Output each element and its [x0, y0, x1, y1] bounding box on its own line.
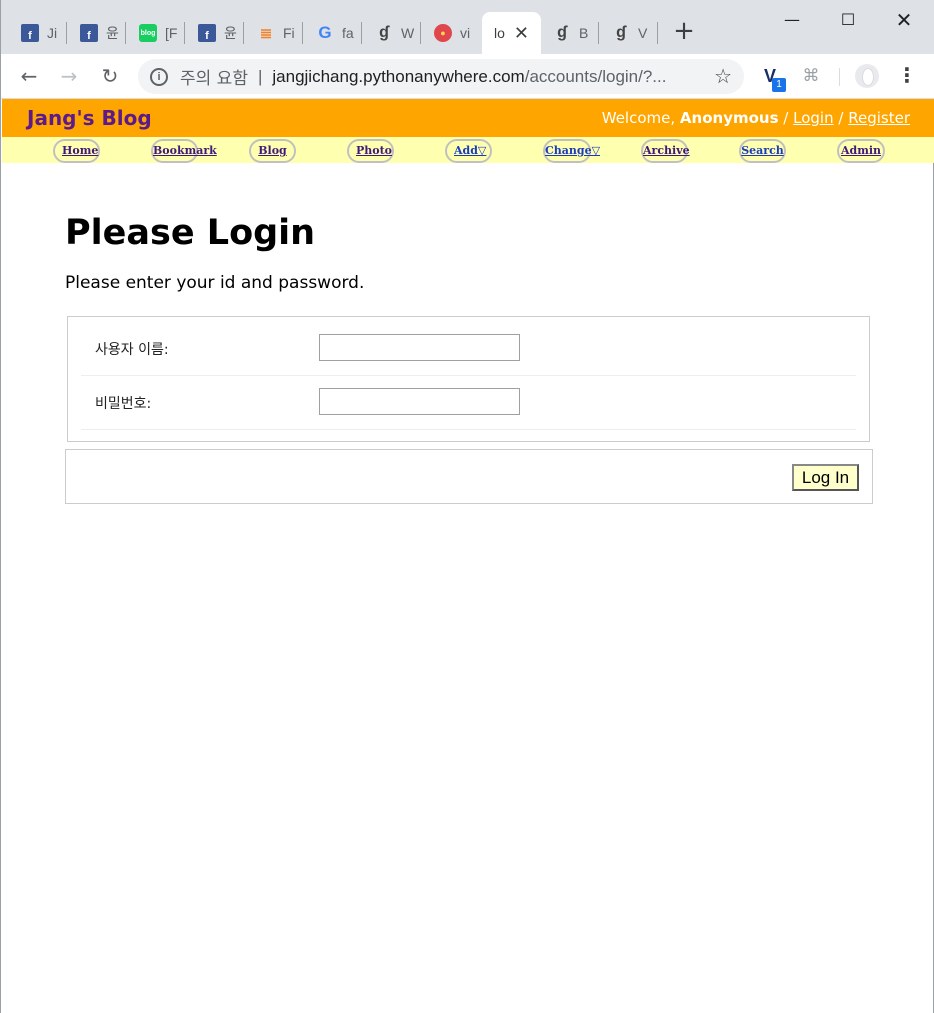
address-bar[interactable]: i 주의 요함 | jangjichang.pythonanywhere.com…: [138, 59, 744, 94]
browser-tab[interactable]: f윤: [68, 12, 126, 54]
site-title[interactable]: Jang's Blog: [27, 106, 152, 130]
menu-search[interactable]: Search: [739, 139, 786, 163]
quill-icon: ɠ: [616, 24, 626, 41]
browser-tab-active[interactable]: lo ✕: [482, 12, 541, 54]
browser-tab[interactable]: Gfa: [304, 12, 362, 54]
extension-v-icon[interactable]: V1: [758, 64, 786, 92]
blog-icon: blog: [139, 24, 157, 42]
reload-icon[interactable]: ↻: [97, 63, 123, 89]
new-tab-button[interactable]: +: [671, 18, 697, 44]
info-icon[interactable]: i: [150, 67, 168, 86]
quill-icon: ɠ: [379, 24, 389, 41]
login-fieldset: 사용자 이름: 비밀번호:: [67, 316, 870, 442]
quill-icon: ɠ: [557, 24, 567, 41]
maximize-icon[interactable]: ☐: [825, 6, 871, 34]
browser-tab[interactable]: ≣ Fi: [245, 12, 303, 54]
stackoverflow-icon: ≣: [259, 25, 273, 42]
password-input[interactable]: [319, 388, 520, 415]
back-icon[interactable]: ←: [16, 63, 42, 89]
username: Anonymous: [679, 109, 779, 127]
menu-admin[interactable]: Admin: [837, 139, 885, 163]
site-header: Jang's Blog Welcome, Anonymous / Login /…: [2, 99, 934, 137]
browser-tab[interactable]: ɠW: [363, 12, 421, 54]
menu-archive[interactable]: Archive: [641, 139, 690, 163]
browser-tab[interactable]: ɠV: [600, 12, 658, 54]
url-path: /accounts/login/?...: [524, 66, 667, 86]
security-label[interactable]: 주의 요함: [180, 64, 248, 89]
username-input[interactable]: [319, 334, 520, 361]
page-title: Please Login: [65, 213, 316, 253]
password-label: 비밀번호:: [95, 396, 152, 412]
register-link[interactable]: Register: [848, 109, 910, 127]
browser-tab[interactable]: f Ji: [9, 12, 67, 54]
browser-menu-icon[interactable]: ⋮: [895, 64, 919, 88]
browser-tab[interactable]: f윤: [186, 12, 244, 54]
google-icon: G: [318, 23, 332, 42]
menu-photo[interactable]: Photo: [347, 139, 394, 163]
close-tab-icon[interactable]: ✕: [514, 23, 529, 44]
menu-home[interactable]: Home: [53, 139, 100, 163]
bookmark-star-icon[interactable]: ☆: [714, 64, 732, 89]
facebook-icon: f: [21, 24, 39, 42]
welcome-text: Welcome, Anonymous / Login / Register: [601, 109, 910, 127]
login-content: Please Login Please enter your id and pa…: [65, 199, 873, 504]
browser-tab-strip: f Ji f윤 blog [F f윤 ≣ Fi Gfa ɠW ● vi lo ✕ ɠB ɠ…: [1, 0, 934, 54]
password-row: 비밀번호:: [81, 376, 856, 430]
extension-command-icon[interactable]: ⌘: [799, 64, 823, 88]
username-row: 사용자 이름:: [81, 322, 856, 376]
login-button[interactable]: Log In: [792, 464, 859, 491]
browser-tab[interactable]: ɠB: [541, 12, 599, 54]
profile-avatar[interactable]: [855, 64, 879, 88]
browser-tab[interactable]: ● vi: [422, 12, 480, 54]
menu-blog[interactable]: Blog: [249, 139, 296, 163]
login-link[interactable]: Login: [793, 109, 833, 127]
username-label: 사용자 이름:: [95, 342, 169, 358]
menu-add[interactable]: Add▽: [445, 139, 492, 163]
site-menu: Home Bookmark Blog Photo Add▽ Change▽ Ar…: [2, 137, 934, 163]
close-window-icon[interactable]: ✕: [881, 6, 927, 34]
minimize-icon[interactable]: —: [769, 6, 815, 34]
extension-badge: 1: [772, 78, 786, 92]
browser-tab[interactable]: blog [F: [127, 12, 185, 54]
forward-icon[interactable]: →: [56, 63, 82, 89]
submit-row: Log In: [65, 449, 873, 504]
facebook-icon: f: [80, 24, 98, 42]
menu-change[interactable]: Change▽: [543, 139, 600, 163]
login-instruction: Please enter your id and password.: [65, 273, 365, 293]
url-host: jangjichang.pythonanywhere.com: [272, 66, 525, 86]
red-circle-icon: ●: [434, 24, 452, 42]
facebook-icon: f: [198, 24, 216, 42]
browser-toolbar: ← → ↻ i 주의 요함 | jangjichang.pythonanywhe…: [1, 54, 934, 99]
menu-bookmark[interactable]: Bookmark: [151, 139, 217, 163]
